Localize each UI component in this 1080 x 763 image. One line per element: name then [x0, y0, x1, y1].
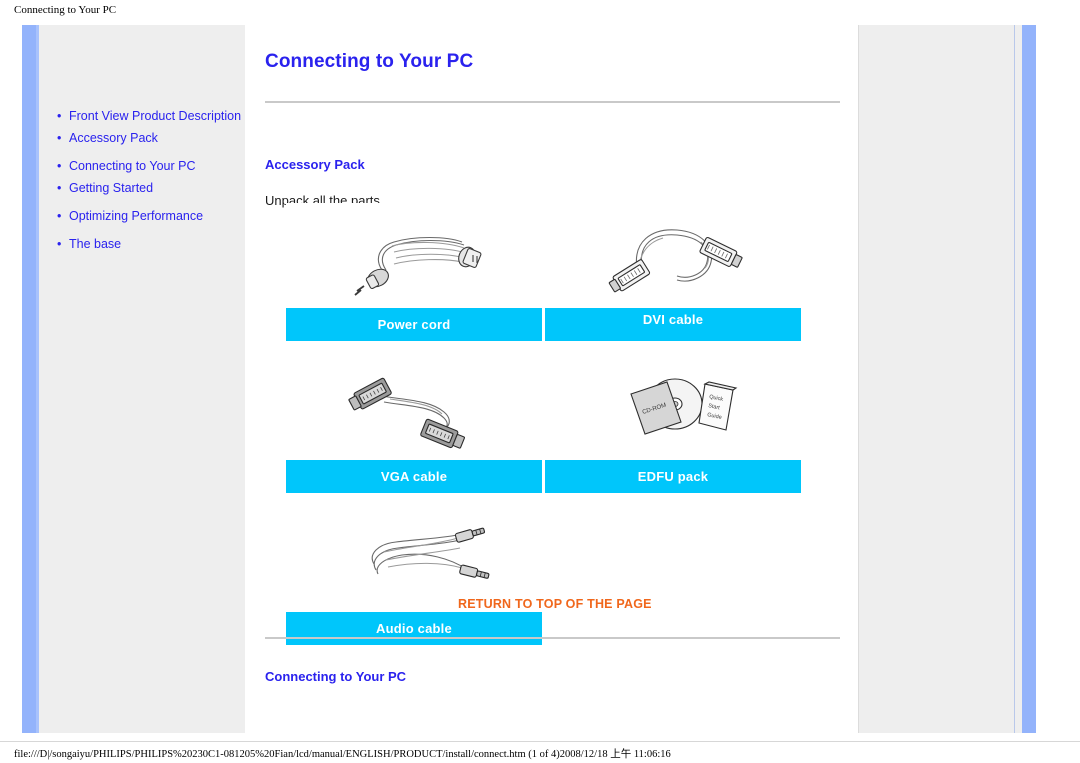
right-gutter [858, 25, 1022, 733]
accessory-label-dvi-cable: DVI cable [545, 308, 801, 341]
sidebar: • Front View Product Description • Acces… [39, 25, 245, 733]
left-blue-accent-bar [22, 25, 36, 733]
bullet-icon: • [57, 237, 62, 251]
browser-window-title: Connecting to Your PC [14, 4, 117, 16]
accessory-grid: Power cord DVI cable VGA cable CD-ROM Qu… [286, 203, 826, 645]
section-heading-accessory-pack: Accessory Pack [265, 157, 365, 172]
sidebar-item-label: Getting Started [69, 181, 154, 195]
accessory-cell-power-cord: Power cord [286, 203, 542, 341]
accessory-label-vga-cable: VGA cable [286, 460, 542, 493]
right-gutter-divider [1014, 25, 1015, 733]
sidebar-item-label: Optimizing Performance [69, 209, 204, 223]
sidebar-item-getting-started[interactable]: • Getting Started [55, 181, 245, 196]
bullet-icon: • [57, 209, 62, 223]
power-cord-illustration [286, 203, 542, 308]
sidebar-nav-list: • Front View Product Description • Acces… [55, 109, 245, 259]
dvi-cable-illustration [545, 203, 801, 308]
accessory-cell-audio-cable: Audio cable [286, 507, 542, 645]
sidebar-item-label: Connecting to Your PC [69, 159, 196, 173]
sidebar-item-accessory-pack[interactable]: • Accessory Pack [55, 131, 245, 146]
bullet-icon: • [57, 159, 62, 173]
sidebar-item-label: Accessory Pack [69, 131, 158, 145]
sidebar-item-the-base[interactable]: • The base [55, 237, 245, 252]
accessory-cell-dvi-cable: DVI cable [545, 203, 801, 341]
bullet-icon: • [57, 181, 62, 195]
sidebar-item-front-view-product-description[interactable]: • Front View Product Description [55, 109, 245, 124]
accessory-label-edfu-pack: EDFU pack [545, 460, 801, 493]
page-title: Connecting to Your PC [265, 51, 474, 72]
accessory-label-power-cord: Power cord [286, 308, 542, 341]
sidebar-item-connecting-to-your-pc[interactable]: • Connecting to Your PC [55, 159, 245, 174]
accessory-cell-vga-cable: VGA cable [286, 355, 542, 493]
horizontal-rule-bottom [265, 637, 840, 639]
right-blue-accent-bar [1022, 25, 1036, 733]
return-to-top-link[interactable]: RETURN TO TOP OF THE PAGE [458, 597, 652, 611]
row-spacer [286, 341, 826, 355]
right-gutter-edge [858, 25, 859, 733]
page-root: Connecting to Your PC • Front View Produ… [0, 0, 1080, 763]
accessory-label-audio-cable: Audio cable [286, 612, 542, 645]
accessory-row: VGA cable CD-ROM Quick Start Guide EDFU … [286, 355, 826, 493]
row-spacer [286, 493, 826, 507]
accessory-row: Power cord DVI cable [286, 203, 826, 341]
horizontal-rule-top [265, 101, 840, 103]
main-content: Connecting to Your PC Accessory Pack Unp… [245, 25, 858, 733]
status-bar-path: file:///D|/songaiyu/PHILIPS/PHILIPS%2023… [14, 749, 671, 760]
edfu-pack-illustration: CD-ROM Quick Start Guide [545, 355, 801, 460]
accessory-cell-edfu-pack: CD-ROM Quick Start Guide EDFU pack [545, 355, 801, 493]
bullet-icon: • [57, 131, 62, 145]
section-heading-connecting-to-your-pc: Connecting to Your PC [265, 669, 407, 684]
status-bar: file:///D|/songaiyu/PHILIPS/PHILIPS%2023… [0, 741, 1080, 763]
accessory-row: Audio cable [286, 507, 826, 645]
sidebar-item-label: The base [69, 237, 122, 251]
sidebar-item-label: Front View Product Description [69, 109, 242, 123]
bullet-icon: • [57, 109, 62, 123]
sidebar-item-optimizing-performance[interactable]: • Optimizing Performance [55, 209, 245, 224]
vga-cable-illustration [286, 355, 542, 460]
